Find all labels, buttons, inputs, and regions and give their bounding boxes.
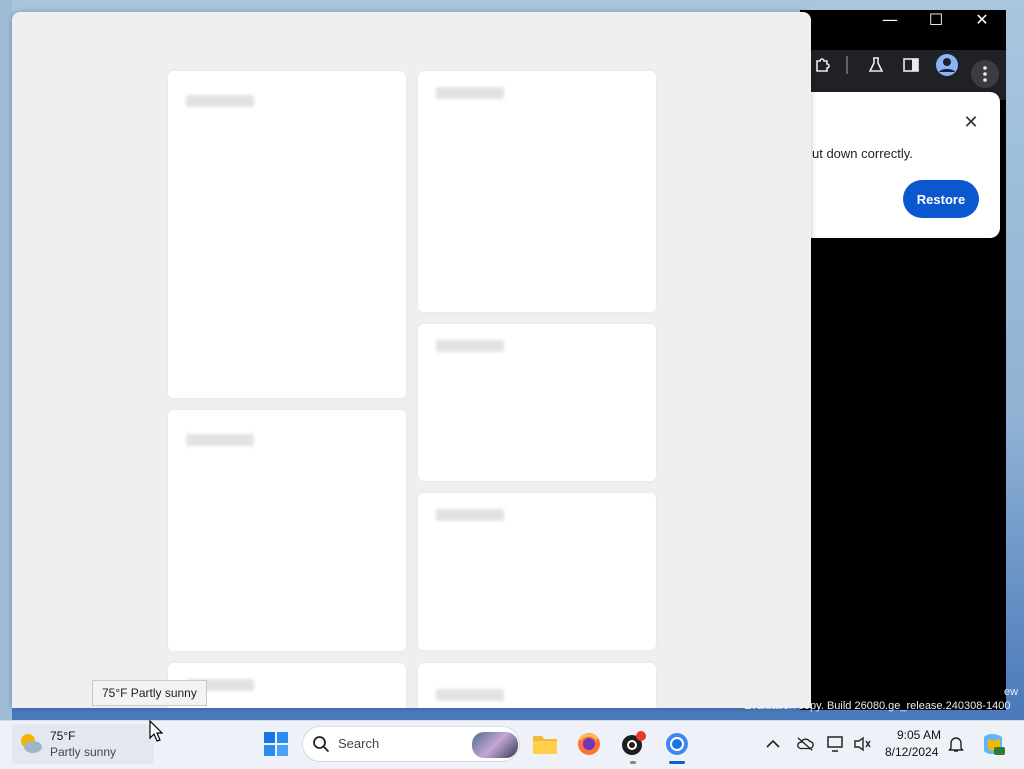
side-panel-icon[interactable] bbox=[899, 53, 923, 77]
chrome-icon[interactable] bbox=[662, 729, 692, 759]
watermark-edge: ew bbox=[1004, 686, 1019, 698]
evaluation-watermark: Evaluation copy. Build 26080.ge_release.… bbox=[744, 700, 1011, 712]
restore-button[interactable]: Restore bbox=[903, 180, 979, 218]
notification-bell-icon[interactable] bbox=[947, 735, 965, 753]
skeleton-title bbox=[436, 509, 504, 521]
clock-date[interactable]: 8/12/2024 bbox=[885, 745, 938, 759]
bubble-close-icon[interactable]: ✕ bbox=[960, 112, 982, 134]
skeleton-title bbox=[186, 95, 254, 107]
copilot-icon[interactable] bbox=[980, 731, 1006, 757]
maximize-button[interactable]: ☐ bbox=[926, 10, 946, 30]
skeleton-title bbox=[436, 87, 504, 99]
file-explorer-icon[interactable] bbox=[530, 729, 560, 759]
restore-message: ut down correctly. bbox=[812, 146, 913, 161]
placeholder-card bbox=[418, 493, 656, 650]
skeleton-title bbox=[186, 434, 254, 446]
running-indicator bbox=[630, 761, 636, 764]
volume-icon[interactable] bbox=[853, 735, 871, 753]
active-app-indicator bbox=[669, 761, 685, 764]
placeholder-card bbox=[418, 324, 656, 481]
chevron-up-icon[interactable] bbox=[764, 735, 782, 753]
weather-condition: Partly sunny bbox=[50, 745, 117, 759]
search-icon bbox=[312, 735, 330, 758]
placeholder-card bbox=[168, 410, 406, 651]
search-placeholder: Search bbox=[338, 736, 380, 751]
close-window-button[interactable]: ✕ bbox=[972, 10, 992, 30]
profile-avatar-icon[interactable] bbox=[935, 53, 959, 77]
firefox-icon[interactable] bbox=[574, 729, 604, 759]
placeholder-window bbox=[12, 12, 811, 708]
windows-start-icon[interactable] bbox=[264, 732, 288, 756]
extensions-icon[interactable] bbox=[811, 53, 835, 77]
partly-sunny-icon bbox=[18, 730, 44, 756]
search-highlight-image bbox=[472, 732, 518, 758]
skeleton-title bbox=[436, 340, 504, 352]
minimize-button[interactable]: — bbox=[880, 10, 900, 30]
mouse-cursor-icon bbox=[149, 719, 164, 747]
labs-flask-icon[interactable] bbox=[864, 53, 888, 77]
clock-time[interactable]: 9:05 AM bbox=[897, 728, 941, 742]
weather-temperature: 75°F bbox=[50, 729, 76, 743]
placeholder-card bbox=[418, 663, 656, 708]
placeholder-card bbox=[418, 71, 656, 312]
network-display-icon[interactable] bbox=[827, 735, 845, 753]
toolbar-divider bbox=[845, 53, 849, 77]
weather-tooltip: 75°F Partly sunny bbox=[92, 680, 207, 706]
more-vert-icon bbox=[973, 62, 997, 86]
desktop-background bbox=[0, 0, 12, 720]
app-icon[interactable] bbox=[618, 729, 648, 759]
cloud-offline-icon[interactable] bbox=[796, 735, 814, 753]
skeleton-title bbox=[436, 689, 504, 701]
placeholder-card bbox=[168, 71, 406, 398]
